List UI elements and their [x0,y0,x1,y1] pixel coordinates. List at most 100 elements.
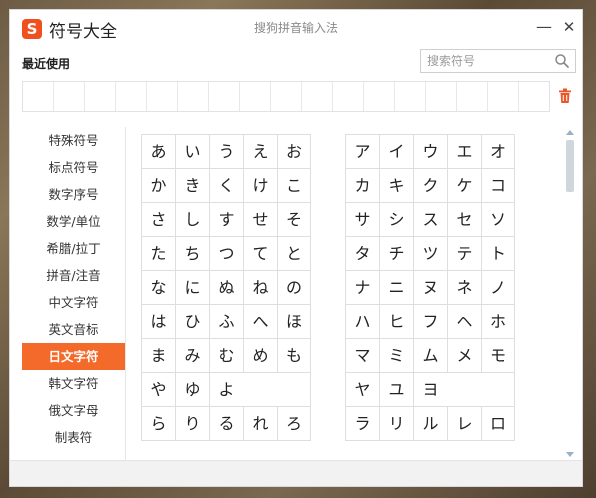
symbol-cell[interactable]: エ [447,135,481,168]
recent-slot[interactable] [395,82,426,111]
symbol-cell[interactable]: え [243,135,277,168]
symbol-cell[interactable]: ホ [481,305,515,338]
symbol-cell[interactable]: た [141,237,175,270]
close-button[interactable]: ✕ [560,18,578,36]
symbol-cell[interactable]: チ [379,237,413,270]
symbol-cell[interactable]: な [141,271,175,304]
symbol-cell[interactable]: う [209,135,243,168]
recent-slot[interactable] [116,82,147,111]
symbol-cell[interactable]: い [175,135,209,168]
recent-slot[interactable] [333,82,364,111]
symbol-cell[interactable]: ゆ [175,373,209,406]
recent-slot[interactable] [271,82,302,111]
symbol-cell[interactable]: ほ [277,305,311,338]
symbol-cell[interactable]: ぬ [209,271,243,304]
recent-slot[interactable] [364,82,395,111]
symbol-cell[interactable]: し [175,203,209,236]
recent-slot[interactable] [54,82,85,111]
sidebar-item[interactable]: 俄文字母 [22,397,125,424]
symbol-cell[interactable]: セ [447,203,481,236]
scrollbar[interactable] [563,127,577,460]
sidebar-item[interactable]: 数学/单位 [22,208,125,235]
symbol-cell[interactable]: お [277,135,311,168]
symbol-cell[interactable]: か [141,169,175,202]
symbol-cell[interactable]: け [243,169,277,202]
symbol-cell[interactable]: ク [413,169,447,202]
symbol-cell[interactable]: よ [209,373,243,406]
sidebar-item[interactable]: 标点符号 [22,154,125,181]
sidebar-item[interactable]: 英文音标 [22,316,125,343]
recent-slot[interactable] [302,82,333,111]
sidebar-item[interactable]: 中文字符 [22,289,125,316]
symbol-cell[interactable]: フ [413,305,447,338]
symbol-cell[interactable]: き [175,169,209,202]
symbol-cell[interactable]: さ [141,203,175,236]
symbol-cell[interactable]: ネ [447,271,481,304]
sidebar-item[interactable]: 数字序号 [22,181,125,208]
symbol-cell[interactable]: シ [379,203,413,236]
symbol-cell[interactable]: は [141,305,175,338]
minimize-button[interactable]: — [535,18,553,36]
symbol-cell[interactable]: ヤ [345,373,379,406]
symbol-cell[interactable]: ね [243,271,277,304]
symbol-cell[interactable]: サ [345,203,379,236]
recent-slot[interactable] [23,82,54,111]
sidebar-item[interactable]: 日文字符 [22,343,125,370]
symbol-cell[interactable]: そ [277,203,311,236]
symbol-cell[interactable]: イ [379,135,413,168]
symbol-cell[interactable]: ツ [413,237,447,270]
symbol-cell[interactable]: キ [379,169,413,202]
sidebar-item[interactable]: 制表符 [22,424,125,451]
symbol-cell[interactable]: あ [141,135,175,168]
symbol-cell[interactable]: レ [447,407,481,440]
symbol-cell[interactable]: ア [345,135,379,168]
symbol-cell[interactable]: ロ [481,407,515,440]
symbol-cell[interactable]: て [243,237,277,270]
symbol-cell[interactable]: ス [413,203,447,236]
symbol-cell[interactable]: カ [345,169,379,202]
symbol-cell[interactable]: ナ [345,271,379,304]
search-box[interactable] [420,49,576,73]
symbol-cell[interactable]: タ [345,237,379,270]
symbol-cell[interactable]: る [209,407,243,440]
symbol-cell[interactable]: ム [413,339,447,372]
symbol-cell[interactable]: ユ [379,373,413,406]
symbol-cell[interactable]: り [175,407,209,440]
symbol-cell[interactable]: ニ [379,271,413,304]
recent-slot[interactable] [178,82,209,111]
symbol-cell[interactable]: に [175,271,209,304]
scroll-thumb[interactable] [566,140,574,192]
symbol-cell[interactable]: へ [243,305,277,338]
search-icon[interactable] [554,53,570,69]
symbol-cell[interactable]: せ [243,203,277,236]
symbol-cell[interactable]: ラ [345,407,379,440]
symbol-cell[interactable]: ノ [481,271,515,304]
symbol-cell[interactable]: オ [481,135,515,168]
sidebar-item[interactable]: 希腊/拉丁 [22,235,125,262]
sidebar-item[interactable]: 拼音/注音 [22,262,125,289]
search-input[interactable] [421,50,553,72]
recent-slot[interactable] [426,82,457,111]
symbol-cell[interactable]: ふ [209,305,243,338]
recent-slot[interactable] [209,82,240,111]
symbol-cell[interactable]: ヘ [447,305,481,338]
symbol-cell[interactable]: こ [277,169,311,202]
symbol-cell[interactable]: や [141,373,175,406]
symbol-cell[interactable]: ら [141,407,175,440]
symbol-cell[interactable]: す [209,203,243,236]
sidebar-item[interactable]: 特殊符号 [22,127,125,154]
recent-slot[interactable] [519,82,549,111]
symbol-cell[interactable]: と [277,237,311,270]
symbol-cell[interactable]: ソ [481,203,515,236]
symbol-cell[interactable]: ケ [447,169,481,202]
symbol-cell[interactable]: ひ [175,305,209,338]
symbol-cell[interactable]: め [243,339,277,372]
symbol-cell[interactable]: つ [209,237,243,270]
symbol-cell[interactable]: ミ [379,339,413,372]
symbol-cell[interactable]: れ [243,407,277,440]
symbol-cell[interactable]: リ [379,407,413,440]
symbol-cell[interactable]: コ [481,169,515,202]
symbol-cell[interactable]: ウ [413,135,447,168]
symbol-cell[interactable]: ヨ [413,373,447,406]
recent-slot[interactable] [240,82,271,111]
